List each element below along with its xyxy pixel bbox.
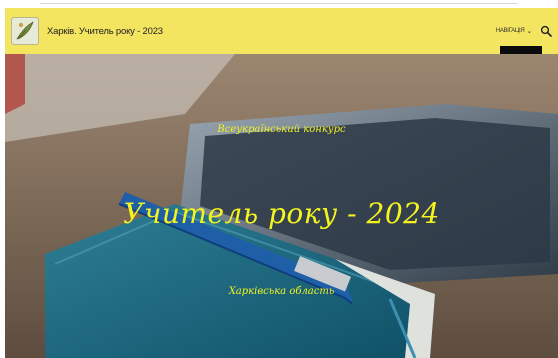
hero-subtitle-top: Всеукраїнський конкурс <box>217 124 346 135</box>
chevron-down-icon: ⌄ <box>526 28 532 35</box>
hero-banner: Всеукраїнський конкурс Учитель року - 20… <box>5 54 558 358</box>
search-icon[interactable] <box>540 25 552 37</box>
hero-subtitle-bottom: Харківська область <box>228 286 335 297</box>
site-header: Харків. Учитель року - 2023 НАВІГАЦІЯ ⌄ <box>5 8 558 54</box>
top-bar <box>0 0 558 8</box>
quill-logo-icon[interactable] <box>11 17 39 45</box>
navigation-menu-label: НАВІГАЦІЯ <box>495 28 525 34</box>
site-title[interactable]: Харків. Учитель року - 2023 <box>47 26 163 37</box>
top-divider <box>40 3 518 4</box>
active-menu-underline <box>500 46 542 54</box>
hero-title: Учитель року - 2024 <box>123 197 440 230</box>
navigation-menu-button[interactable]: НАВІГАЦІЯ ⌄ <box>496 27 532 35</box>
